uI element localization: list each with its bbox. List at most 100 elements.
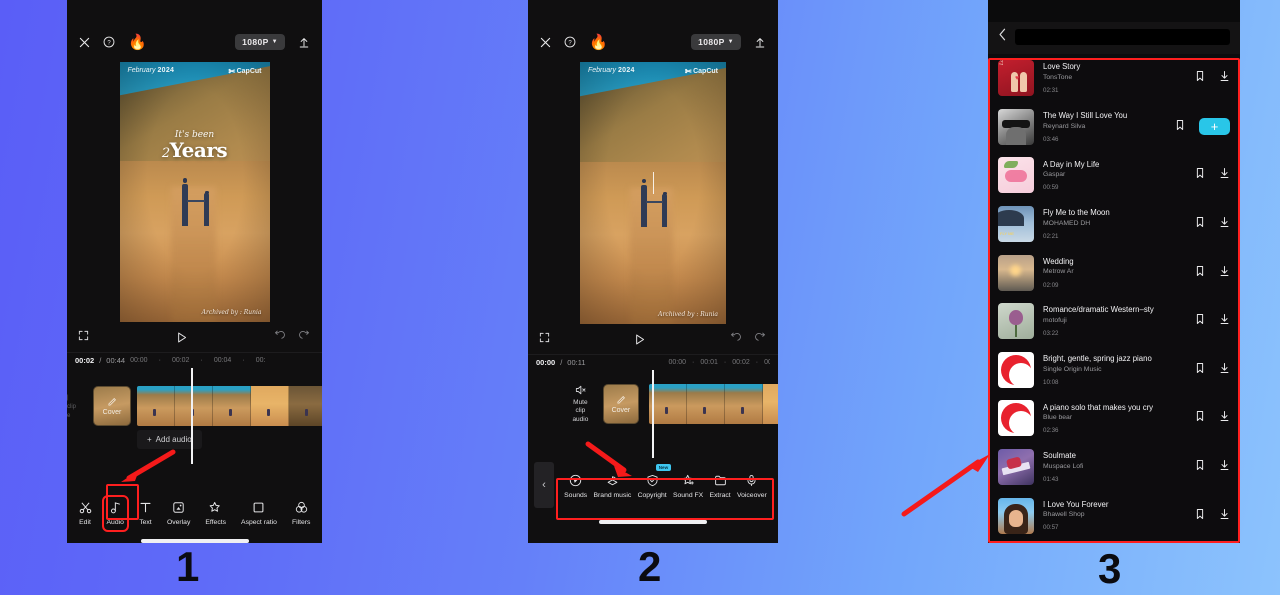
phone-screen-2: ? 🔥 1080P ▼ February 2024 ✄ CapCut Archi… (528, 0, 778, 543)
list-item[interactable]: Love Story ♥ Love Story TonsTone 02:31 (988, 54, 1240, 103)
flame-icon[interactable]: 🔥 (128, 35, 147, 50)
fullscreen-icon[interactable] (539, 330, 550, 348)
timeline-body-2[interactable]: Mute clip audio Cover + (528, 370, 778, 458)
download-icon[interactable] (1219, 264, 1230, 282)
export-icon[interactable] (298, 36, 310, 49)
redo-icon[interactable] (755, 330, 767, 348)
play-button-2[interactable] (550, 333, 729, 346)
playhead-2[interactable] (652, 370, 654, 458)
video-preview-2[interactable]: February 2024 ✄ CapCut Archived by : Run… (580, 62, 726, 324)
add-to-timeline-button[interactable]: + (1199, 118, 1230, 136)
tool-label-effects: Effects (205, 519, 227, 526)
download-icon[interactable] (1219, 507, 1230, 525)
bookmark-icon[interactable] (1195, 215, 1205, 233)
list-item[interactable]: I Love You Forever Bhawell Shop 00:57 (988, 491, 1240, 540)
bookmark-icon[interactable] (1175, 118, 1185, 136)
tool-filters[interactable]: Filters (289, 497, 314, 530)
flame-icon[interactable]: 🔥 (589, 35, 608, 50)
timeline-ruler-2[interactable]: 00:00· 00:01· 00:02· 00:03· 00:0 (591, 359, 771, 366)
tool-label-audio: Audio (106, 519, 124, 526)
capcut-watermark-label: CapCut (693, 68, 718, 75)
tool-audio[interactable]: Audio (101, 495, 129, 532)
list-item[interactable]: Soulmate Muspace Lofi 01:43 (988, 443, 1240, 492)
help-icon[interactable]: ? (564, 36, 576, 48)
download-icon[interactable] (1219, 312, 1230, 330)
list-item[interactable]: FLY ME Fly Me to the Moon MOHAMED DH 02:… (988, 200, 1240, 249)
download-icon[interactable] (1219, 409, 1230, 427)
download-icon[interactable] (1219, 215, 1230, 233)
resolution-selector-1[interactable]: 1080P ▼ (235, 34, 285, 50)
list-item[interactable]: Bright, gentle, spring jazz piano Single… (988, 346, 1240, 395)
timeline-left-hint-1: | clip e (67, 395, 77, 419)
collapse-left-icon[interactable]: ‹ (534, 462, 554, 508)
mute-clip-audio-button[interactable]: Mute clip audio (568, 384, 593, 423)
capcut-watermark: ✄ CapCut (685, 67, 718, 76)
resolution-selector-2[interactable]: 1080P ▼ (691, 34, 741, 50)
list-item[interactable]: The Way I Still Love You Reynard Silva 0… (988, 103, 1240, 152)
video-track-2[interactable]: Mute clip audio Cover + (568, 384, 778, 424)
close-icon[interactable] (79, 37, 90, 48)
download-icon[interactable] (1219, 69, 1230, 87)
export-icon[interactable] (754, 36, 766, 49)
bookmark-icon[interactable] (1195, 507, 1205, 525)
download-icon[interactable] (1219, 458, 1230, 476)
list-item[interactable]: Wedding Metrow Ar 02:09 (988, 248, 1240, 297)
playhead-1[interactable] (191, 368, 193, 464)
song-artist: Reynard Silva (1043, 122, 1086, 130)
song-actions (1195, 69, 1230, 87)
list-item[interactable]: A piano solo that makes you cry Blue bea… (988, 394, 1240, 443)
timeline-ruler-1[interactable]: 00:00 · 00:02 · 00:04 · 00: (130, 357, 314, 364)
tool-voiceover[interactable]: Voiceover (734, 470, 770, 503)
song-artist: Gaspar (1043, 171, 1066, 179)
timeline-body-1[interactable]: |clipe Cover + + Add audio (67, 368, 322, 464)
song-info: A piano solo that makes you cry Blue bea… (1043, 403, 1186, 435)
download-icon[interactable] (1219, 166, 1230, 184)
undo-icon[interactable] (273, 328, 285, 346)
album-art (998, 351, 1034, 388)
tool-edit[interactable]: Edit (76, 497, 95, 530)
tool-sound-fx[interactable]: Sound FX (670, 470, 706, 503)
timeline-current-time-1: 00:02 (75, 356, 95, 365)
undo-icon[interactable] (729, 330, 741, 348)
preview-title-overlay: It's been 2Years (120, 130, 270, 162)
song-list[interactable]: Love Story ♥ Love Story TonsTone 02:31 (988, 54, 1240, 540)
song-info: Romance/dramatic Western–sty motofuji 03… (1043, 305, 1186, 337)
bookmark-icon[interactable] (1195, 458, 1205, 476)
clip-strip-1[interactable] (137, 386, 322, 426)
clip-strip-2[interactable] (649, 384, 778, 424)
cover-label-1: Cover (102, 408, 122, 416)
tool-text[interactable]: Text (136, 497, 155, 530)
tool-label-filters: Filters (291, 519, 311, 526)
song-info: Soulmate Muspace Lofi 01:43 (1043, 451, 1186, 483)
play-button-1[interactable] (89, 331, 273, 344)
bookmark-icon[interactable] (1195, 69, 1205, 87)
bookmark-icon[interactable] (1195, 361, 1205, 379)
song-title: A piano solo that makes you cry (1043, 402, 1154, 412)
tool-aspect-ratio[interactable]: Aspect ratio (238, 497, 280, 530)
cover-thumbnail-2[interactable]: Cover (602, 384, 640, 424)
capcut-watermark: ✄ CapCut (228, 67, 261, 76)
song-artist: motofuji (1043, 316, 1067, 324)
song-info: Love Story TonsTone 02:31 (1043, 62, 1186, 94)
search-input[interactable] (1015, 29, 1230, 45)
song-info: I Love You Forever Bhawell Shop 00:57 (1043, 500, 1186, 532)
cover-thumbnail-1[interactable]: Cover (93, 386, 131, 426)
fullscreen-icon[interactable] (78, 328, 89, 346)
back-chevron-icon[interactable] (998, 28, 1007, 46)
list-item[interactable]: Romance/dramatic Western–sty motofuji 03… (988, 297, 1240, 346)
close-icon[interactable] (540, 37, 551, 48)
list-item[interactable]: A Day in My Life Gaspar 00:59 (988, 151, 1240, 200)
album-art (998, 108, 1034, 145)
tool-extract[interactable]: Extract (707, 470, 734, 503)
bookmark-icon[interactable] (1195, 312, 1205, 330)
bookmark-icon[interactable] (1195, 409, 1205, 427)
tool-overlay[interactable]: Overlay (164, 497, 193, 530)
tool-effects[interactable]: Effects (202, 497, 229, 530)
redo-icon[interactable] (299, 328, 311, 346)
help-icon[interactable]: ? (103, 36, 115, 48)
bookmark-icon[interactable] (1195, 166, 1205, 184)
video-preview-1[interactable]: February 2024 ✄ CapCut It's been 2Years … (119, 62, 270, 322)
video-track-1[interactable]: Cover + (93, 386, 322, 426)
bookmark-icon[interactable] (1195, 264, 1205, 282)
download-icon[interactable] (1219, 361, 1230, 379)
